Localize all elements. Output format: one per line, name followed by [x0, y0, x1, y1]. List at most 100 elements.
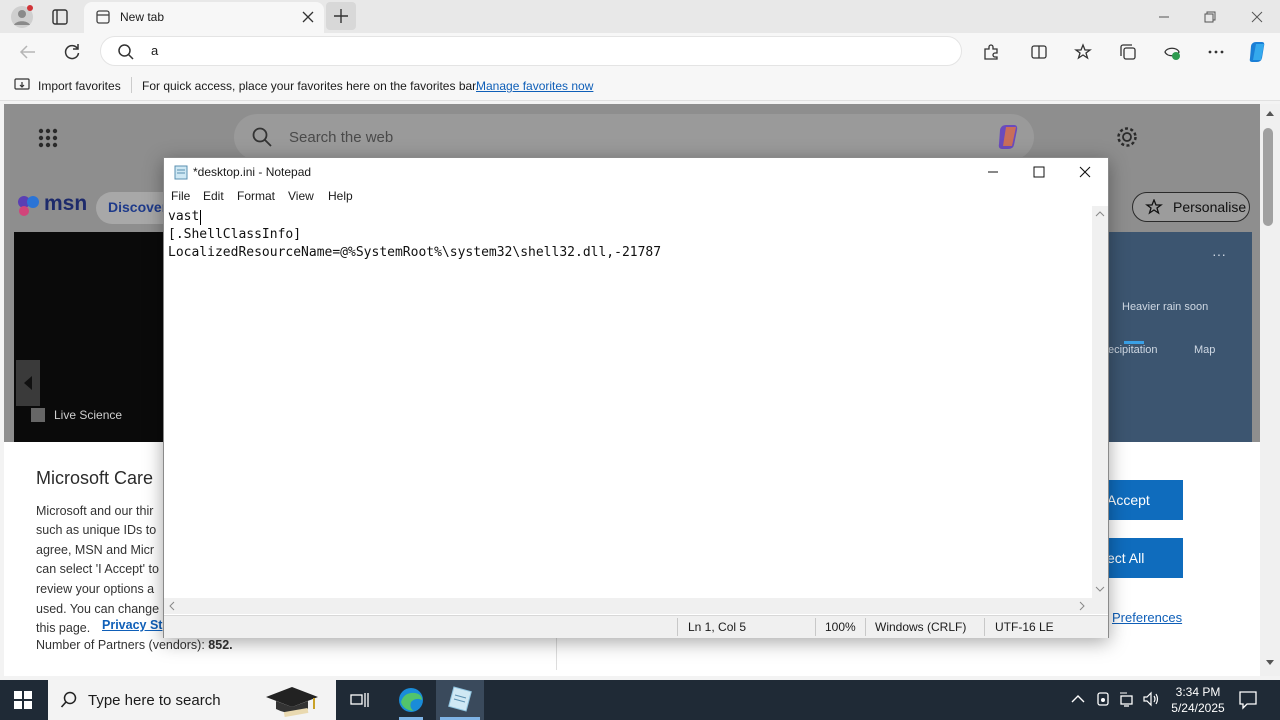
notepad-horizontal-scrollbar[interactable] — [164, 598, 1092, 614]
preferences-link[interactable]: Preferences — [1112, 610, 1182, 625]
notepad-text-area[interactable]: vast [.ShellClassInfo] LocalizedResource… — [164, 206, 1092, 598]
copilot-icon[interactable] — [1242, 36, 1274, 68]
news-prev-button[interactable] — [16, 360, 40, 406]
weather-precipitation-tab[interactable]: ecipitation — [1108, 344, 1158, 356]
partners-count-text: Number of Partners (vendors): 852. — [36, 638, 233, 652]
personalise-label: Personalise — [1173, 199, 1247, 215]
browser-title-bar: New tab — [0, 0, 1280, 33]
reject-all-label: ect All — [1107, 550, 1145, 566]
notepad-title: *desktop.ini - Notepad — [193, 165, 312, 179]
new-tab-button[interactable] — [326, 2, 356, 30]
notepad-vertical-scrollbar[interactable] — [1092, 206, 1108, 598]
notepad-app-icon — [173, 164, 189, 180]
cookie-text-line: agree, MSN and Micr — [36, 543, 155, 557]
status-line-ending: Windows (CRLF) — [875, 620, 967, 634]
partners-count: 852. — [208, 638, 233, 652]
privacy-statement-link[interactable]: Privacy St — [102, 618, 162, 632]
new-tab-icon — [96, 10, 110, 24]
personalise-icon — [1145, 199, 1163, 215]
cookie-text-line: Microsoft and our thir — [36, 504, 154, 518]
status-separator — [815, 618, 816, 636]
msn-search-placeholder: Search the web — [289, 129, 394, 146]
msn-copilot-icon[interactable] — [994, 122, 1024, 152]
cookie-text-line: such as unique IDs to — [36, 523, 157, 537]
settings-gear-icon[interactable] — [1116, 126, 1138, 148]
close-tab-icon[interactable] — [302, 11, 314, 23]
cookie-text-line: this page. — [36, 621, 91, 635]
browser-restore-button[interactable] — [1187, 0, 1233, 33]
favorites-star-icon[interactable] — [1067, 36, 1099, 68]
text-caret — [200, 210, 201, 225]
notepad-close-button[interactable] — [1062, 158, 1108, 186]
start-windows-icon[interactable] — [14, 691, 32, 709]
favorites-divider — [131, 77, 132, 93]
taskbar-date[interactable]: 5/24/2025 — [1166, 701, 1230, 715]
page-scrollbar-thumb[interactable] — [1263, 128, 1273, 226]
browser-essentials-icon[interactable] — [1156, 36, 1188, 68]
discover-label: Discover — [108, 199, 168, 215]
profile-avatar-icon[interactable] — [10, 5, 34, 29]
import-favorites-button[interactable]: Import favorites — [38, 79, 121, 93]
weather-map-tab[interactable]: Map — [1194, 344, 1215, 356]
more-options-icon[interactable] — [1200, 36, 1232, 68]
cookie-text-line: used. You can change — [36, 602, 160, 616]
accept-button[interactable]: Accept — [1103, 480, 1183, 520]
tab-actions-icon[interactable] — [50, 7, 70, 27]
weather-card[interactable]: ··· — [1108, 232, 1252, 442]
tab-new-tab[interactable]: New tab — [84, 2, 324, 33]
device-icon[interactable] — [1095, 690, 1111, 708]
address-input[interactable]: a — [151, 43, 158, 58]
back-button[interactable] — [12, 36, 44, 68]
volume-icon[interactable] — [1142, 690, 1160, 708]
menu-edit[interactable]: Edit — [203, 189, 224, 203]
notepad-minimize-button[interactable] — [970, 158, 1016, 186]
taskbar-search-box[interactable]: Type here to search — [48, 680, 336, 720]
reject-all-button[interactable]: ect All — [1103, 538, 1183, 578]
msn-butterfly-logo — [16, 194, 42, 218]
menu-format[interactable]: Format — [237, 189, 275, 203]
apps-grid-icon[interactable] — [38, 128, 58, 148]
msn-search-icon — [252, 127, 272, 147]
status-separator — [865, 618, 866, 636]
cookie-text-line: can select 'I Accept' to — [36, 562, 159, 576]
taskbar-notepad-icon[interactable] — [436, 680, 484, 720]
manage-favorites-link[interactable]: Manage favorites now — [476, 79, 593, 93]
accept-label: Accept — [1107, 492, 1150, 508]
notifications-icon[interactable] — [1238, 690, 1258, 710]
personalise-button[interactable]: Personalise — [1132, 192, 1250, 222]
text-line: LocalizedResourceName=@%SystemRoot%\syst… — [168, 245, 662, 260]
menu-file[interactable]: File — [171, 189, 190, 203]
browser-close-button[interactable] — [1234, 0, 1280, 33]
cookie-banner-title: Microsoft Care — [36, 468, 154, 488]
task-view-icon[interactable] — [350, 691, 370, 709]
msn-search-box[interactable]: Search the web — [234, 114, 1034, 160]
notepad-maximize-button[interactable] — [1016, 158, 1062, 186]
address-bar[interactable]: a — [100, 36, 962, 66]
collections-icon[interactable] — [1112, 36, 1144, 68]
search-icon — [117, 43, 135, 61]
favorites-bar: Import favorites For quick access, place… — [0, 71, 1280, 101]
network-icon[interactable] — [1118, 690, 1136, 708]
notepad-title-bar[interactable]: *desktop.ini - Notepad — [164, 158, 1108, 186]
cookie-text-line: review your options a — [36, 582, 155, 596]
msn-logo-text[interactable]: msn — [44, 192, 87, 216]
favorites-bar-message: For quick access, place your favorites h… — [142, 79, 479, 93]
text-line: [.ShellClassInfo] — [168, 227, 302, 242]
taskbar-time[interactable]: 3:34 PM — [1166, 685, 1230, 699]
menu-help[interactable]: Help — [328, 189, 353, 203]
scrollbar-corner — [1092, 598, 1108, 614]
taskbar-search-placeholder: Type here to search — [88, 692, 221, 709]
menu-view[interactable]: View — [288, 189, 314, 203]
browser-minimize-button[interactable] — [1141, 0, 1187, 33]
notepad-menu-bar: File Edit Format View Help — [164, 186, 1108, 206]
notepad-status-bar: Ln 1, Col 5 100% Windows (CRLF) UTF-16 L… — [164, 615, 1108, 638]
text-line: vast — [168, 209, 200, 224]
taskbar-edge-icon[interactable] — [388, 680, 434, 720]
split-screen-icon[interactable] — [1023, 36, 1055, 68]
status-separator — [984, 618, 985, 636]
import-favorites-icon — [14, 78, 30, 92]
extensions-icon[interactable] — [975, 36, 1007, 68]
show-hidden-icons-icon[interactable] — [1070, 690, 1086, 708]
weather-more-icon[interactable]: ··· — [1212, 246, 1226, 262]
refresh-button[interactable] — [56, 36, 88, 68]
